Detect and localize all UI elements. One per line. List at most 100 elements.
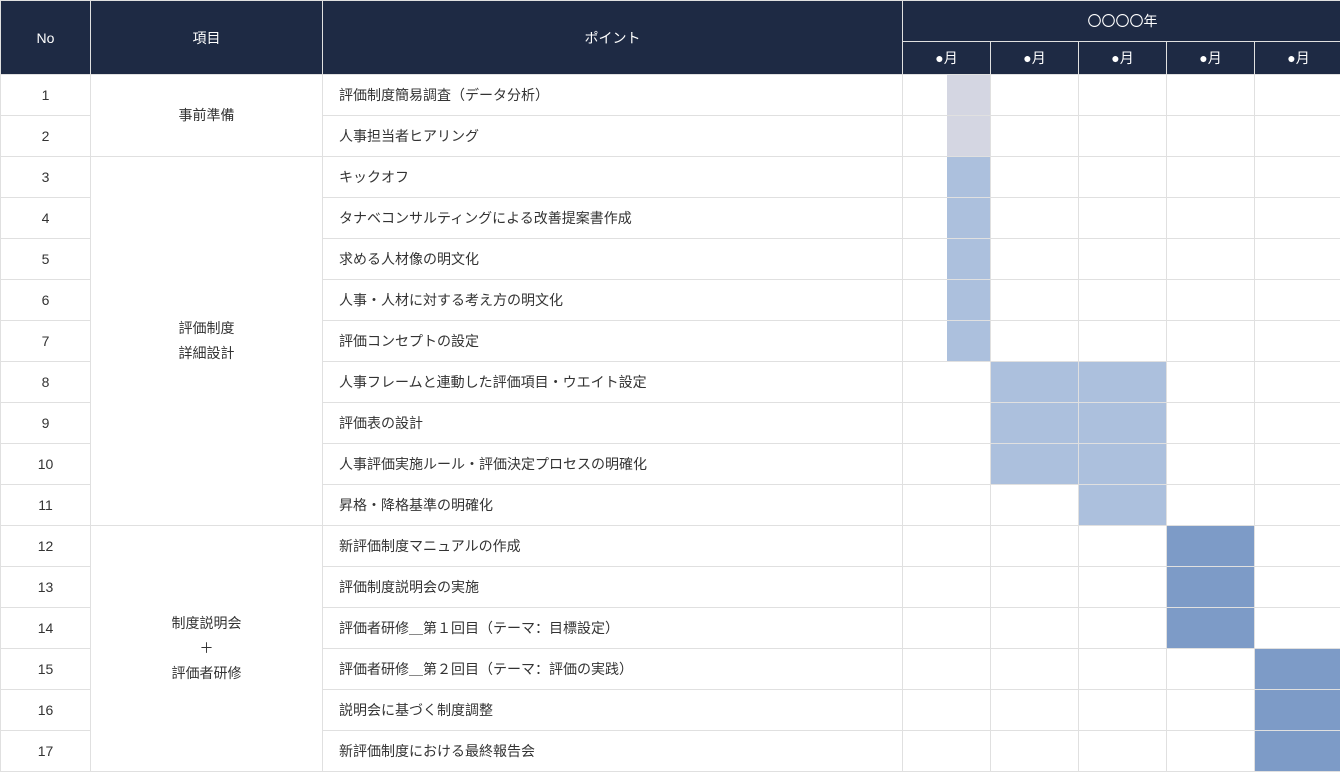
gantt-cell xyxy=(991,362,1079,403)
header-item: 項目 xyxy=(91,1,323,75)
gantt-cell xyxy=(1255,444,1340,485)
header-no: No xyxy=(1,1,91,75)
gantt-cell xyxy=(1255,321,1340,362)
gantt-cell xyxy=(903,321,991,362)
row-no: 16 xyxy=(1,690,91,731)
row-no: 17 xyxy=(1,731,91,772)
gantt-cell xyxy=(903,157,991,198)
gantt-cell xyxy=(1255,608,1340,649)
row-point: 人事担当者ヒアリング xyxy=(323,116,903,157)
gantt-cell xyxy=(1079,198,1167,239)
row-no: 6 xyxy=(1,280,91,321)
gantt-cell xyxy=(903,526,991,567)
row-point: キックオフ xyxy=(323,157,903,198)
gantt-cell xyxy=(903,75,991,116)
gantt-cell xyxy=(1167,608,1255,649)
gantt-bar xyxy=(1079,362,1166,402)
gantt-cell xyxy=(903,444,991,485)
row-point: 求める人材像の明文化 xyxy=(323,239,903,280)
gantt-cell xyxy=(1255,403,1340,444)
gantt-cell xyxy=(1167,649,1255,690)
gantt-cell xyxy=(1079,280,1167,321)
row-point: 評価制度簡易調査（データ分析） xyxy=(323,75,903,116)
gantt-cell xyxy=(1167,116,1255,157)
gantt-cell xyxy=(903,608,991,649)
header-month: ●月 xyxy=(991,42,1079,75)
gantt-cell xyxy=(1167,239,1255,280)
row-item: 評価制度詳細設計 xyxy=(91,157,323,526)
gantt-cell xyxy=(903,731,991,772)
gantt-cell xyxy=(1255,116,1340,157)
row-no: 5 xyxy=(1,239,91,280)
row-item: 制度説明会＋評価者研修 xyxy=(91,526,323,772)
gantt-cell xyxy=(991,157,1079,198)
row-no: 10 xyxy=(1,444,91,485)
row-point: 評価表の設計 xyxy=(323,403,903,444)
row-point: 新評価制度における最終報告会 xyxy=(323,731,903,772)
gantt-bar xyxy=(1167,567,1254,607)
header-year: 〇〇〇〇年 xyxy=(903,1,1340,42)
row-point: 評価コンセプトの設定 xyxy=(323,321,903,362)
schedule-table: No 項目 ポイント 〇〇〇〇年 ●月 ●月 ●月 ●月 ●月 1事前準備評価制… xyxy=(0,0,1340,772)
gantt-cell xyxy=(1167,198,1255,239)
gantt-cell xyxy=(903,567,991,608)
gantt-cell xyxy=(903,649,991,690)
header-month: ●月 xyxy=(1255,42,1340,75)
gantt-bar xyxy=(1079,403,1166,443)
gantt-bar xyxy=(947,116,991,156)
gantt-cell xyxy=(1079,485,1167,526)
gantt-cell xyxy=(1255,485,1340,526)
row-point: 評価制度説明会の実施 xyxy=(323,567,903,608)
row-no: 13 xyxy=(1,567,91,608)
gantt-cell xyxy=(1255,731,1340,772)
gantt-cell xyxy=(991,608,1079,649)
row-point: タナベコンサルティングによる改善提案書作成 xyxy=(323,198,903,239)
gantt-bar xyxy=(1255,649,1340,689)
gantt-cell xyxy=(991,731,1079,772)
gantt-bar xyxy=(947,280,991,320)
gantt-cell xyxy=(991,116,1079,157)
gantt-cell xyxy=(1079,444,1167,485)
gantt-cell xyxy=(1167,690,1255,731)
gantt-cell xyxy=(991,567,1079,608)
gantt-cell xyxy=(1167,731,1255,772)
row-point: 人事評価実施ルール・評価決定プロセスの明確化 xyxy=(323,444,903,485)
gantt-cell xyxy=(1167,567,1255,608)
gantt-cell xyxy=(1167,321,1255,362)
gantt-cell xyxy=(1167,362,1255,403)
header-point: ポイント xyxy=(323,1,903,75)
gantt-cell xyxy=(903,362,991,403)
gantt-cell xyxy=(1255,239,1340,280)
gantt-cell xyxy=(991,75,1079,116)
gantt-cell xyxy=(903,239,991,280)
gantt-cell xyxy=(991,280,1079,321)
gantt-bar xyxy=(991,362,1078,402)
row-no: 8 xyxy=(1,362,91,403)
gantt-cell xyxy=(991,239,1079,280)
gantt-cell xyxy=(1079,75,1167,116)
row-point: 新評価制度マニュアルの作成 xyxy=(323,526,903,567)
gantt-cell xyxy=(1167,403,1255,444)
gantt-cell xyxy=(1255,198,1340,239)
gantt-cell xyxy=(1255,526,1340,567)
table-row: 12制度説明会＋評価者研修新評価制度マニュアルの作成 xyxy=(1,526,1340,567)
gantt-cell xyxy=(1079,239,1167,280)
gantt-cell xyxy=(991,198,1079,239)
gantt-cell xyxy=(1255,362,1340,403)
row-no: 11 xyxy=(1,485,91,526)
row-no: 4 xyxy=(1,198,91,239)
gantt-bar xyxy=(1079,485,1166,525)
gantt-cell xyxy=(1167,157,1255,198)
gantt-cell xyxy=(1079,321,1167,362)
row-point: 説明会に基づく制度調整 xyxy=(323,690,903,731)
row-point: 昇格・降格基準の明確化 xyxy=(323,485,903,526)
gantt-cell xyxy=(1255,567,1340,608)
gantt-cell xyxy=(1079,362,1167,403)
gantt-cell xyxy=(1255,75,1340,116)
gantt-cell xyxy=(1255,649,1340,690)
gantt-cell xyxy=(1167,526,1255,567)
gantt-cell xyxy=(1079,649,1167,690)
gantt-bar xyxy=(1079,444,1166,484)
gantt-cell xyxy=(903,280,991,321)
gantt-bar xyxy=(947,321,991,361)
